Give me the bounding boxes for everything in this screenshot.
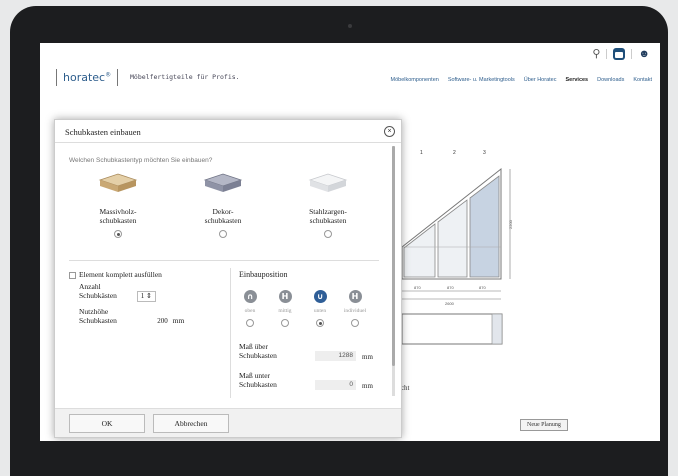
drawer-type-solid-wood[interactable]: Massivholz-schubkasten: [77, 172, 159, 243]
position-title: Einbauposition: [239, 270, 288, 279]
screen: ⚲ ☻ horatec® Möbelfertigteile für Profis…: [40, 43, 660, 441]
column-number: 2: [453, 150, 456, 156]
position-individual-icon: H: [348, 290, 362, 303]
position-middle-icon: H: [278, 290, 292, 303]
width-dimension: 870: [447, 285, 454, 290]
position-middle[interactable]: H mittig: [270, 290, 300, 332]
column-number: 3: [483, 150, 486, 156]
camera: [348, 24, 352, 28]
dialog-title: Schubkasten einbauen: [65, 127, 141, 137]
fill-checkbox[interactable]: [69, 271, 76, 279]
radio-middle[interactable]: [281, 319, 289, 327]
drawer-type-steel[interactable]: Stahlzargen-schubkasten: [287, 172, 369, 243]
count-stepper[interactable]: 1 ⇕: [136, 291, 156, 302]
fill-label: Element komplett ausfüllen: [79, 270, 162, 279]
drawer-dialog: Schubkasten einbauen × Welchen Schubkast…: [54, 119, 402, 438]
above-value-field[interactable]: 1288: [315, 351, 356, 361]
radio-solid-wood[interactable]: [114, 230, 122, 238]
column-number: 1: [420, 150, 423, 156]
dialog-scrollbar[interactable]: [392, 146, 395, 396]
total-dimension: 2600: [445, 301, 455, 306]
question-text: Welchen Schubkastentyp möchten Sie einba…: [69, 157, 213, 164]
drawer-type-decor[interactable]: Dekor-schubkasten: [182, 172, 264, 243]
height-input[interactable]: 200: [136, 317, 171, 326]
height-dimension: 2200: [508, 219, 513, 229]
mount-position-panel: Einbauposition ∩ oben H mittig ∪ unten H…: [239, 270, 389, 390]
drawer-type-options: Massivholz-schubkasten Dekor-schubkasten: [69, 172, 379, 252]
drawer-settings: Element komplett ausfüllen Anzahl Schubk…: [69, 270, 229, 326]
position-top-icon: ∩: [243, 290, 257, 303]
top-view: [401, 313, 503, 345]
laptop-bezel: ⚲ ☻ horatec® Möbelfertigteile für Profis…: [10, 6, 668, 476]
close-icon[interactable]: ×: [384, 126, 395, 137]
decor-drawer-icon: [203, 173, 243, 192]
radio-top[interactable]: [246, 319, 254, 327]
position-bottom[interactable]: ∪ unten: [305, 290, 335, 332]
steel-drawer-icon: [308, 173, 348, 192]
solid-wood-drawer-icon: [98, 173, 138, 192]
new-plan-button[interactable]: Neue Planung: [520, 419, 568, 431]
below-value-field[interactable]: 0: [315, 380, 356, 390]
width-dimension: 870: [414, 285, 421, 290]
dialog-footer: OK Abbrechen: [55, 408, 401, 437]
radio-decor[interactable]: [219, 230, 227, 238]
position-individual[interactable]: H individuel: [340, 290, 370, 332]
cancel-button[interactable]: Abbrechen: [153, 414, 229, 433]
cabinet-column: [437, 199, 468, 278]
cabinet-column: [403, 223, 436, 278]
position-bottom-icon: ∪: [313, 290, 327, 303]
width-dimension: 870: [479, 285, 486, 290]
radio-individual[interactable]: [351, 319, 359, 327]
radio-steel[interactable]: [324, 230, 332, 238]
ok-button[interactable]: OK: [69, 414, 145, 433]
radio-bottom[interactable]: [316, 319, 324, 327]
position-top[interactable]: ∩ oben: [235, 290, 265, 332]
